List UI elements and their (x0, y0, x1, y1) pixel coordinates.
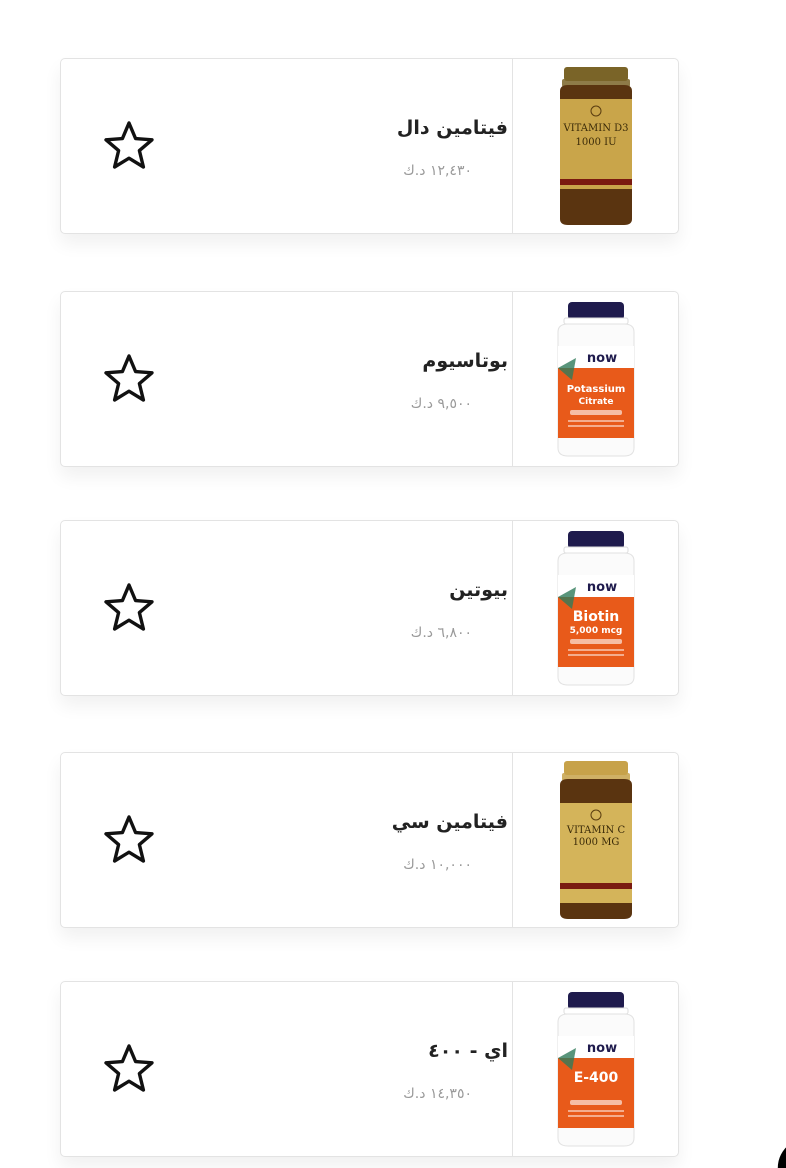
product-name: اي - ٤٠٠ (428, 1040, 508, 1062)
bottle-label-line2: 1000 IU (575, 137, 616, 148)
bottle-label-line1: Potassium (566, 384, 625, 395)
bottle-label-line1: VITAMIN C (565, 825, 625, 836)
product-bottle-image: now Potassium Citrate (557, 302, 634, 457)
product-name: فيتامين سي (391, 811, 508, 833)
product-bottle-image: now E-400 (557, 992, 634, 1147)
product-price: ١٢,٤٣٠ د.ك (403, 163, 472, 179)
bottle-label-line2: 1000 MG (572, 837, 619, 848)
bottle-label-line1: Biotin (572, 609, 619, 625)
product-name: فيتامين دال (396, 117, 508, 139)
favorite-star-icon[interactable] (99, 1040, 159, 1100)
product-image[interactable]: now Potassium Citrate (512, 292, 678, 466)
product-name: بيوتين (449, 579, 508, 601)
product-bottle-image: VITAMIN C 1000 MG (559, 761, 632, 919)
product-card[interactable]: فيتامين دال ١٢,٤٣٠ د.ك VITAMIN D3 1000 I… (60, 58, 679, 234)
bottle-brand: now (586, 580, 616, 595)
edge-shadow-decoration (772, 1142, 786, 1168)
product-card[interactable]: بيوتين ٦,٨٠٠ د.ك now Biotin 5,000 mcg (60, 520, 679, 696)
product-image[interactable]: now Biotin 5,000 mcg (512, 521, 678, 695)
bottle-label-line1: VITAMIN D3 (562, 123, 628, 134)
favorite-star-icon[interactable] (99, 350, 159, 410)
product-card[interactable]: اي - ٤٠٠ ١٤,٣٥٠ د.ك now E-400 (60, 981, 679, 1157)
product-image[interactable]: VITAMIN C 1000 MG (512, 753, 678, 927)
favorite-star-icon[interactable] (99, 811, 159, 871)
product-price: ١٠,٠٠٠ د.ك (403, 857, 472, 873)
product-bottle-image: now Biotin 5,000 mcg (557, 531, 634, 686)
product-card[interactable]: بوتاسيوم ٩,٥٠٠ د.ك now Potassium Citrate (60, 291, 679, 467)
bottle-label-line1: E-400 (573, 1070, 618, 1086)
bottle-label-line2: Citrate (578, 397, 613, 407)
bottle-brand: now (586, 1041, 616, 1056)
product-image[interactable]: now E-400 (512, 982, 678, 1156)
bottle-brand: now (586, 351, 616, 366)
product-bottle-image: VITAMIN D3 1000 IU (559, 67, 632, 225)
product-image[interactable]: VITAMIN D3 1000 IU (512, 59, 678, 233)
product-price: ٩,٥٠٠ د.ك (410, 396, 472, 412)
product-list: فيتامين دال ١٢,٤٣٠ د.ك VITAMIN D3 1000 I… (0, 0, 786, 1168)
product-name: بوتاسيوم (422, 350, 508, 372)
bottle-label-line2: 5,000 mcg (569, 626, 622, 636)
product-price: ٦,٨٠٠ د.ك (410, 625, 472, 641)
favorite-star-icon[interactable] (99, 117, 159, 177)
favorite-star-icon[interactable] (99, 579, 159, 639)
product-card[interactable]: فيتامين سي ١٠,٠٠٠ د.ك VITAMIN C 1000 MG (60, 752, 679, 928)
product-price: ١٤,٣٥٠ د.ك (403, 1086, 472, 1102)
